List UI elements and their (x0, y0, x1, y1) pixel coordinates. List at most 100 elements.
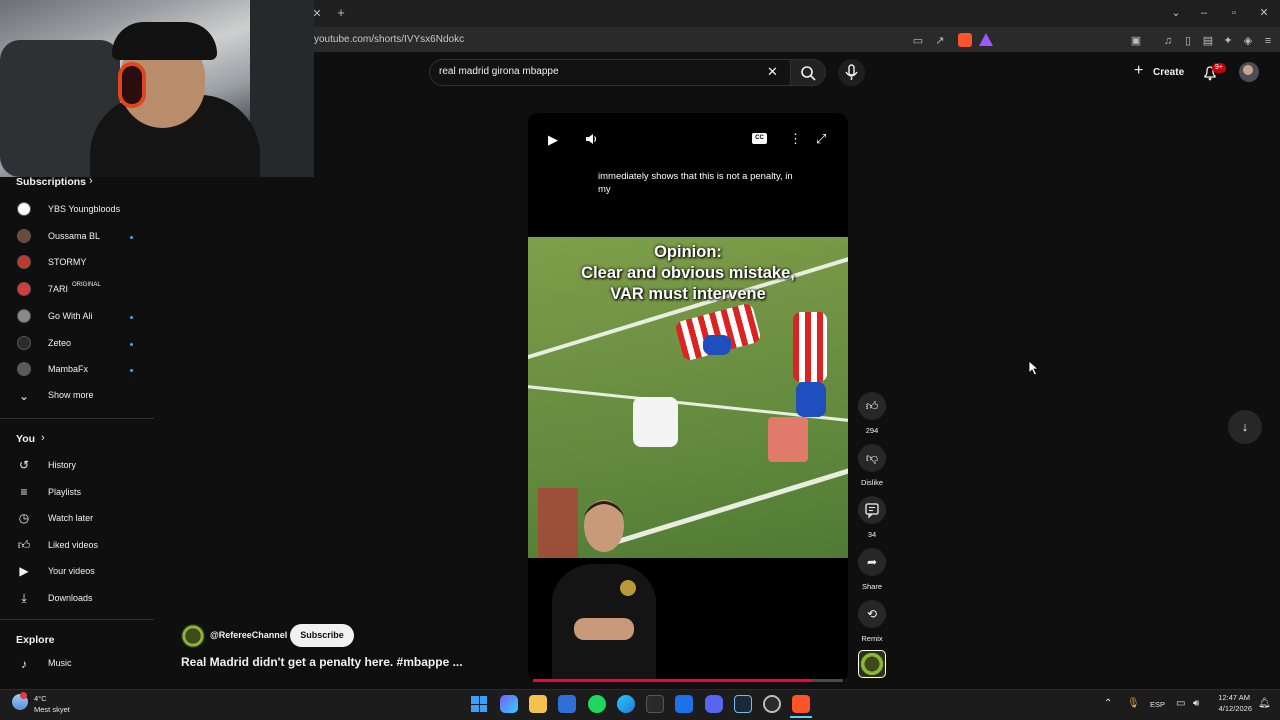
next-short-button[interactable]: ↓ (1228, 410, 1262, 444)
maximize-icon[interactable]: ▫ (1226, 6, 1242, 20)
sidebar-subscription-label: YBS Youngbloods (48, 204, 121, 214)
settings-icon[interactable] (763, 695, 781, 713)
sidebar-subscription-label: Oussama BL (48, 230, 101, 241)
dislike-label: Dislike (860, 478, 884, 487)
leo-ai-icon[interactable]: ✦ (1220, 34, 1236, 48)
sidebar-divider (0, 418, 154, 419)
volume-tray-icon[interactable]: 🔊︎ (1193, 698, 1199, 709)
sidebar-subscription-item[interactable]: Zeteo (0, 333, 154, 359)
voice-search-button[interactable] (838, 59, 865, 86)
new-content-dot (130, 369, 133, 373)
remix-button[interactable]: ⟲ (858, 600, 886, 628)
sidebar-item-your-videos[interactable]: Your videos (48, 566, 95, 576)
fullscreen-icon[interactable]: ⤢ (816, 131, 826, 147)
url-text[interactable]: youtube.com/shorts/IVYsx6Ndokc (314, 34, 464, 45)
overlay-line: Clear and obvious mistake, (581, 264, 795, 282)
sidebar-subscription-item[interactable]: Oussama BL (0, 226, 154, 252)
steam-icon[interactable] (734, 695, 752, 713)
discord-icon[interactable] (705, 695, 723, 713)
sidebar-subscription-item[interactable]: Go With Ali (0, 306, 154, 332)
volume-button[interactable] (584, 132, 598, 151)
new-tab-button[interactable]: + (333, 6, 349, 20)
sidebar-subscription-label: MambaFx (48, 364, 89, 375)
weather-temp[interactable]: 4°C (34, 694, 47, 703)
notification-center-icon[interactable]: 🔔︎ (1258, 698, 1271, 709)
show-more-link[interactable]: Show more (48, 390, 94, 400)
share-page-icon[interactable]: ↗ (932, 34, 948, 48)
sidebar-subscription-item[interactable]: MambaFx (0, 359, 154, 385)
weather-desc[interactable]: Mest skyet (34, 705, 70, 714)
mic-icon (845, 64, 858, 80)
tab-list-icon[interactable]: ⌄ (1168, 6, 1184, 20)
language-indicator[interactable]: ESP (1150, 700, 1165, 709)
volume-icon (586, 134, 597, 144)
clock-date[interactable]: 4/12/2026 (1206, 704, 1252, 713)
like-button[interactable]: 👍︎ (858, 392, 886, 420)
mouse-cursor (1028, 360, 1040, 376)
notification-badge: 9+ (1212, 63, 1226, 73)
new-content-dot (130, 342, 133, 346)
wallet-icon[interactable]: ▤ (1200, 34, 1216, 48)
webcam-overlay (0, 0, 314, 177)
microphone-tray-icon[interactable]: 🎙︎ (1127, 698, 1140, 709)
mail-icon[interactable] (675, 695, 693, 713)
vpn-icon[interactable]: ◈ (1240, 34, 1256, 48)
share-button[interactable]: ➦ (858, 548, 886, 576)
sidebar-toggle-icon[interactable]: ▯ (1180, 34, 1196, 48)
like-count: 294 (865, 426, 879, 435)
minimize-icon[interactable]: – (1196, 6, 1212, 20)
network-icon[interactable]: ▭ (1176, 698, 1185, 709)
sidebar-item-history[interactable]: History (48, 460, 76, 470)
reader-icon[interactable]: ▣ (1128, 34, 1144, 48)
start-button[interactable] (471, 696, 487, 712)
thumbs-up-icon: 👍︎ (865, 399, 879, 413)
short-title[interactable]: Real Madrid didn't get a penalty here. #… (181, 655, 463, 669)
play-icon[interactable]: ▶ (548, 132, 558, 148)
tray-overflow-icon[interactable]: ⌃ (1104, 698, 1112, 709)
brave-browser-icon[interactable] (792, 695, 810, 713)
sidebar-subscription-label: Go With Ali (48, 310, 93, 321)
sidebar-item-liked-videos[interactable]: Liked videos (48, 540, 98, 550)
store-icon[interactable] (558, 695, 576, 713)
sidebar-item-playlists[interactable]: Playlists (48, 487, 81, 497)
copilot-icon[interactable] (500, 695, 518, 713)
brave-rewards-icon[interactable] (979, 33, 993, 46)
account-avatar[interactable] (1239, 62, 1259, 82)
channel-avatar[interactable] (181, 624, 205, 648)
sound-thumbnail[interactable] (858, 650, 886, 678)
menu-icon[interactable]: ≡ (1260, 34, 1276, 48)
you-heading[interactable]: You (16, 433, 35, 445)
edge-icon[interactable] (617, 695, 635, 713)
search-button[interactable] (790, 59, 826, 86)
search-input[interactable]: real madrid girona mbappe (439, 66, 559, 77)
dislike-button[interactable]: 👎︎ (858, 444, 886, 472)
file-explorer-icon[interactable] (529, 695, 547, 713)
clear-search-icon[interactable]: ✕ (767, 64, 778, 80)
sidebar-divider (0, 619, 154, 620)
channel-avatar-icon (17, 202, 31, 216)
captions-button[interactable]: CC (752, 133, 767, 144)
sidebar-subscription-item[interactable]: YBS Youngbloods (0, 199, 154, 225)
plus-icon: + (1134, 62, 1144, 79)
comment-count: 34 (867, 530, 877, 539)
subscriptions-heading[interactable]: Subscriptions (16, 176, 86, 188)
brave-shield-icon[interactable] (958, 33, 972, 47)
sidebar-subscription-item[interactable]: STORMY (0, 252, 154, 278)
media-icon[interactable]: ♫ (1160, 34, 1176, 48)
comments-button[interactable] (858, 496, 886, 524)
sidebar-subscription-item[interactable]: 7ARI ORIGINAL (0, 279, 154, 305)
sidebar-item-downloads[interactable]: Downloads (48, 593, 93, 603)
clock-time[interactable]: 12:47 AM (1214, 693, 1250, 702)
sidebar-item-music[interactable]: Music (48, 658, 72, 668)
subscribe-button[interactable]: Subscribe (290, 624, 354, 647)
channel-handle[interactable]: @RefereeChannel (210, 630, 287, 640)
spotify-icon[interactable] (588, 695, 606, 713)
sidebar-subscription-label: 7ARI (48, 284, 69, 295)
cast-icon[interactable]: ▭ (910, 34, 926, 48)
channel-avatar-icon (17, 228, 31, 243)
close-window-icon[interactable]: ✕ (1256, 6, 1272, 20)
more-options-icon[interactable]: ⋮ (789, 131, 802, 147)
channel-avatar-icon (17, 282, 31, 297)
sidebar-item-watch-later[interactable]: Watch later (48, 513, 93, 523)
epic-games-icon[interactable] (646, 695, 664, 713)
